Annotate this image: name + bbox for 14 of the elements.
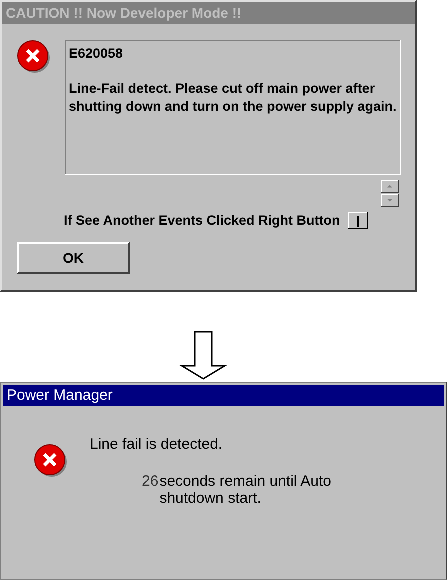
status-message: Line fail is detected. — [90, 436, 224, 453]
countdown-number: 26 — [142, 473, 159, 492]
down-arrow — [179, 331, 229, 381]
countdown-message: seconds remain until Auto shutdown start. — [160, 473, 332, 507]
ok-button[interactable]: OK — [17, 242, 130, 274]
window-title: Power Manager — [3, 385, 444, 406]
error-icon — [34, 444, 68, 478]
error-code: E620058 — [69, 45, 124, 63]
window-title: CAUTION !! Now Developer Mode !! — [2, 2, 415, 24]
scroll-spinner[interactable] — [381, 180, 399, 207]
events-button[interactable] — [348, 212, 368, 229]
hint-text: If See Another Events Clicked Right Button — [64, 213, 340, 228]
error-message: Line-Fail detect. Please cut off main power after shutting down and turn on the power supply again. — [69, 80, 397, 116]
error-icon — [17, 40, 51, 74]
